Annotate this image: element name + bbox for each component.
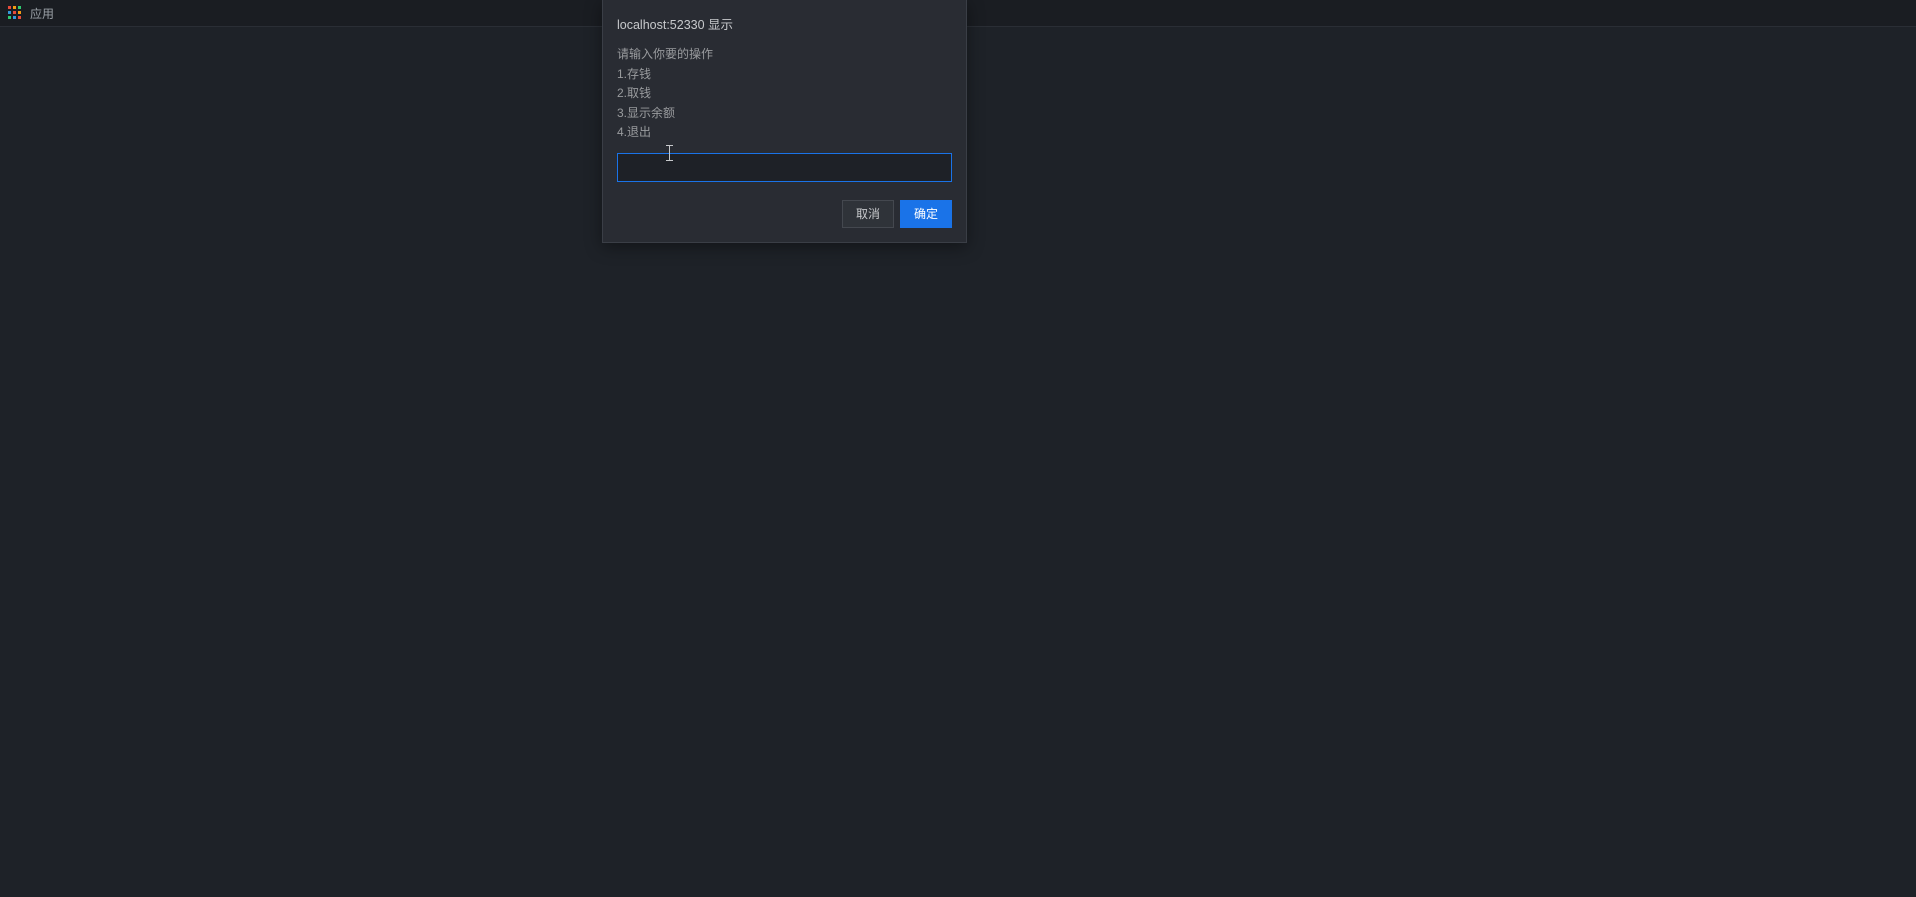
dialog-title: localhost:52330 显示 <box>617 14 952 33</box>
apps-label[interactable]: 应用 <box>30 5 54 22</box>
prompt-input[interactable] <box>617 153 952 182</box>
ok-button[interactable]: 确定 <box>900 200 952 228</box>
apps-grid-icon[interactable] <box>8 6 22 20</box>
dialog-message: 请输入你要的操作 1.存钱 2.取钱 3.显示余额 4.退出 <box>617 45 952 143</box>
dialog-button-row: 取消 确定 <box>617 200 952 228</box>
cancel-button[interactable]: 取消 <box>842 200 894 228</box>
js-prompt-dialog: localhost:52330 显示 请输入你要的操作 1.存钱 2.取钱 3.… <box>602 0 967 243</box>
